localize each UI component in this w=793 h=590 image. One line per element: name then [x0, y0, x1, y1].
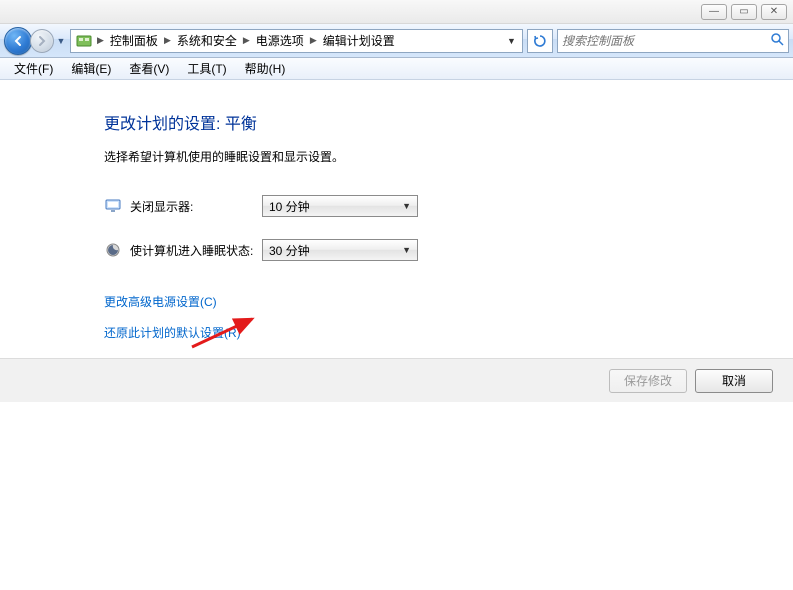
menu-view[interactable]: 查看(V)	[121, 58, 177, 79]
select-sleep-value: 30 分钟	[269, 242, 310, 259]
back-button[interactable]	[4, 27, 32, 55]
chevron-down-icon: ▼	[402, 245, 411, 255]
chevron-right-icon: ▶	[162, 35, 173, 46]
minimize-button[interactable]: —	[701, 4, 727, 20]
menu-file[interactable]: 文件(F)	[6, 58, 61, 79]
refresh-icon	[533, 34, 547, 48]
link-advanced-settings[interactable]: 更改高级电源设置(C)	[104, 293, 793, 310]
page-heading: 更改计划的设置: 平衡	[104, 110, 793, 134]
forward-button[interactable]	[30, 29, 54, 53]
menubar: 文件(F) 编辑(E) 查看(V) 工具(T) 帮助(H)	[0, 58, 793, 80]
search-input[interactable]	[562, 34, 770, 48]
page-subtext: 选择希望计算机使用的睡眠设置和显示设置。	[104, 148, 793, 165]
breadcrumb-item[interactable]: 编辑计划设置	[319, 30, 399, 52]
content-area: 更改计划的设置: 平衡 选择希望计算机使用的睡眠设置和显示设置。 关闭显示器: …	[0, 80, 793, 358]
menu-tools[interactable]: 工具(T)	[179, 58, 234, 79]
setting-label-sleep: 使计算机进入睡眠状态:	[130, 242, 262, 259]
navigation-bar: ▼ ▶ 控制面板 ▶ 系统和安全 ▶ 电源选项 ▶ 编辑计划设置 ▼	[0, 24, 793, 58]
links-section: 更改高级电源设置(C) 还原此计划的默认设置(R)	[104, 293, 793, 341]
setting-row-display-off: 关闭显示器: 10 分钟 ▼	[104, 195, 793, 217]
close-button[interactable]: ✕	[761, 4, 787, 20]
control-panel-icon	[75, 32, 93, 50]
window-titlebar: — ▭ ✕	[0, 0, 793, 24]
chevron-right-icon: ▶	[95, 35, 106, 46]
setting-row-sleep: 使计算机进入睡眠状态: 30 分钟 ▼	[104, 239, 793, 261]
footer-bar: 保存修改 取消	[0, 358, 793, 402]
search-icon[interactable]	[770, 32, 784, 49]
select-display-off-value: 10 分钟	[269, 198, 310, 215]
monitor-icon	[104, 197, 122, 215]
breadcrumb: ▶ 控制面板 ▶ 系统和安全 ▶ 电源选项 ▶ 编辑计划设置	[95, 30, 502, 52]
chevron-right-icon: ▶	[308, 35, 319, 46]
maximize-button[interactable]: ▭	[731, 4, 757, 20]
address-dropdown[interactable]: ▼	[502, 30, 520, 52]
nav-back-group: ▼	[4, 27, 68, 55]
select-display-off[interactable]: 10 分钟 ▼	[262, 195, 418, 217]
refresh-button[interactable]	[527, 29, 553, 53]
nav-history-dropdown[interactable]: ▼	[54, 31, 68, 51]
select-sleep[interactable]: 30 分钟 ▼	[262, 239, 418, 261]
save-button: 保存修改	[609, 369, 687, 393]
menu-edit[interactable]: 编辑(E)	[63, 58, 119, 79]
link-restore-defaults[interactable]: 还原此计划的默认设置(R)	[104, 324, 793, 341]
chevron-down-icon: ▼	[402, 201, 411, 211]
chevron-right-icon: ▶	[241, 35, 252, 46]
menu-help[interactable]: 帮助(H)	[237, 58, 294, 79]
breadcrumb-item[interactable]: 控制面板	[106, 30, 162, 52]
cancel-button[interactable]: 取消	[695, 369, 773, 393]
breadcrumb-item[interactable]: 系统和安全	[173, 30, 241, 52]
moon-icon	[104, 241, 122, 259]
setting-label-display-off: 关闭显示器:	[130, 198, 262, 215]
breadcrumb-item[interactable]: 电源选项	[252, 30, 308, 52]
search-box[interactable]	[557, 29, 789, 53]
address-bar[interactable]: ▶ 控制面板 ▶ 系统和安全 ▶ 电源选项 ▶ 编辑计划设置 ▼	[70, 29, 523, 53]
